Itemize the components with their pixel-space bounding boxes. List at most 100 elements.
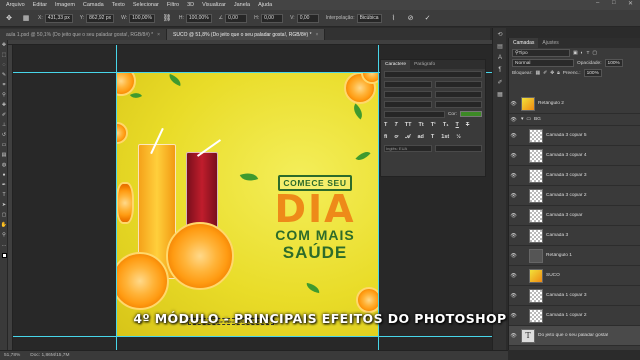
pen-tool-icon[interactable]: ✒ [0,180,8,190]
hand-tool-icon[interactable]: ✋ [0,220,8,230]
ordinals-icon[interactable]: 1st [441,134,449,140]
subscript-icon[interactable]: T₁ [443,122,449,128]
fill-field[interactable]: 100% [583,69,602,77]
cancel-transform-icon[interactable]: ⊘ [406,13,416,23]
menu-selecionar[interactable]: Selecionar [133,2,159,8]
headline-big-text[interactable]: DIA [260,190,370,228]
eyedropper-tool-icon[interactable]: ⚲ [0,90,8,100]
eye-icon[interactable]: 👁︎ [509,173,518,179]
tab-ajustes[interactable]: Ajustes [538,40,562,46]
healing-tool-icon[interactable]: ✚ [0,100,8,110]
leading-field[interactable] [434,80,482,88]
tracking-field[interactable] [434,90,482,98]
antialias-select[interactable] [434,144,482,152]
history-icon[interactable]: ⟲ [493,28,507,40]
layer-row[interactable]: 👁︎ Camada 1 copiar 2 [509,306,640,326]
layer-row[interactable]: 👁︎ Retângulo 2 [509,94,640,114]
menu-visualizar[interactable]: Visualizar [202,2,226,8]
minimize-button[interactable]: – [596,0,599,6]
eye-icon[interactable]: 👁︎ [509,253,518,259]
menu-janela[interactable]: Janela [234,2,250,8]
brush-tool-icon[interactable]: ✐ [0,110,8,120]
layer-row[interactable]: 👁︎ Camada 3 copiar [509,206,640,226]
faux-bold-icon[interactable]: T [384,122,387,128]
filter-pixel-icon[interactable]: ▣ [573,51,578,56]
eye-icon[interactable]: 👁︎ [509,153,518,159]
underline-icon[interactable]: T [456,122,459,128]
menu-editar[interactable]: Editar [33,2,47,8]
edit-toolbar-icon[interactable]: … [0,240,8,250]
close-window-button[interactable]: ✕ [628,0,633,7]
eraser-tool-icon[interactable]: ▭ [0,140,8,150]
layer-row[interactable]: 👁︎ Camada 3 copiar 5 [509,126,640,146]
filter-adjust-icon[interactable]: ◐ [581,51,584,56]
layer-group-row[interactable]: 👁︎ ▾ ▭ BG [509,114,640,126]
link-icon[interactable]: ⛓ [162,13,172,23]
lock-move-icon[interactable]: ✥ [550,71,554,76]
reference-point-icon[interactable]: ▦ [21,13,31,23]
paragraph-panel-icon[interactable]: ¶ [493,64,507,76]
maximize-button[interactable]: □ [612,0,616,6]
x-field[interactable]: 431,33 px [44,13,73,23]
eye-icon[interactable]: 👁︎ [509,293,518,299]
stylistic-alt-icon[interactable]: ad [418,134,424,140]
titling-icon[interactable]: T [431,134,434,140]
headline-line2[interactable]: COM MAIS [260,227,370,243]
horizontal-scale-field[interactable] [434,100,482,108]
eye-icon[interactable]: 👁︎ [509,233,518,239]
vertical-scale-field[interactable] [384,100,432,108]
blend-mode-select[interactable]: Normal [512,59,574,67]
headline-line3[interactable]: SAÚDE [260,243,370,263]
eye-icon[interactable]: 👁︎ [509,273,518,279]
tab-paragrafo[interactable]: Parágrafo [410,62,439,67]
properties-icon[interactable]: ▤ [493,40,507,52]
strikethrough-icon[interactable]: T [466,122,469,128]
guide-line[interactable] [378,45,379,350]
layer-row[interactable]: 👁︎ Retângulo 1 [509,246,640,266]
superscript-icon[interactable]: T¹ [431,122,436,128]
brush-panel-icon[interactable]: ✐ [493,76,507,88]
eye-icon[interactable]: 👁︎ [509,101,518,107]
old-style-icon[interactable]: ơ [394,134,398,140]
small-caps-icon[interactable]: Tt [418,122,423,128]
layer-row[interactable]: 👁︎ Camada 3 copiar 2 [509,186,640,206]
layer-row[interactable]: 👁︎ Camada 3 copiar 3 [509,166,640,186]
menu-camada[interactable]: Camada [83,2,104,8]
angle-field[interactable]: 0,00 [225,13,248,23]
eye-icon[interactable]: 👁︎ [509,117,518,123]
layer-row[interactable]: 👁︎ Camada 3 [509,226,640,246]
blur-tool-icon[interactable]: ◍ [0,160,8,170]
zoom-tool-icon[interactable]: ⚲ [0,230,8,240]
tab-camadas[interactable]: Camadas [509,38,539,48]
eye-icon[interactable]: 👁︎ [509,133,518,139]
y-field[interactable]: 862,92 px [86,13,115,23]
path-select-tool-icon[interactable]: ➤ [0,200,8,210]
tab-aula1[interactable]: aula 1.psd @ 50,1% (Do jeito que o seu p… [0,29,168,40]
menu-texto[interactable]: Texto [112,2,125,8]
close-icon[interactable]: × [157,32,160,38]
gradient-tool-icon[interactable]: ▤ [0,150,8,160]
guide-line[interactable] [116,45,117,350]
commit-transform-icon[interactable]: ✓ [423,13,433,23]
menu-ajuda[interactable]: Ajuda [258,2,272,8]
width-field[interactable]: 100,00% [129,13,155,23]
interpolation-select[interactable]: Bicúbica [356,13,382,23]
zoom-level[interactable]: 51,78% [4,353,20,358]
layer-row[interactable]: 👁︎ Camada 3 copiar 4 [509,146,640,166]
lock-brush-icon[interactable]: ✐ [543,71,547,76]
lock-pixels-icon[interactable]: ▦ [536,71,541,76]
fractions-icon[interactable]: ½ [456,134,461,140]
menu-arquivo[interactable]: Arquivo [6,2,25,8]
text-color-swatch[interactable] [460,111,482,117]
eye-icon[interactable]: 👁︎ [509,313,518,319]
filter-type-icon[interactable]: T [586,51,589,56]
lasso-tool-icon[interactable]: ◌ [0,60,8,70]
swash-icon[interactable]: 𝒜 [405,134,410,141]
font-size-field[interactable] [384,80,432,88]
swatches-icon[interactable]: ▦ [493,88,507,100]
menu-imagem[interactable]: Imagem [55,2,75,8]
menu-filtro[interactable]: Filtro [167,2,179,8]
close-icon[interactable]: × [316,32,319,38]
foreground-color-swatch[interactable] [0,250,8,260]
faux-italic-icon[interactable]: T [394,122,397,128]
